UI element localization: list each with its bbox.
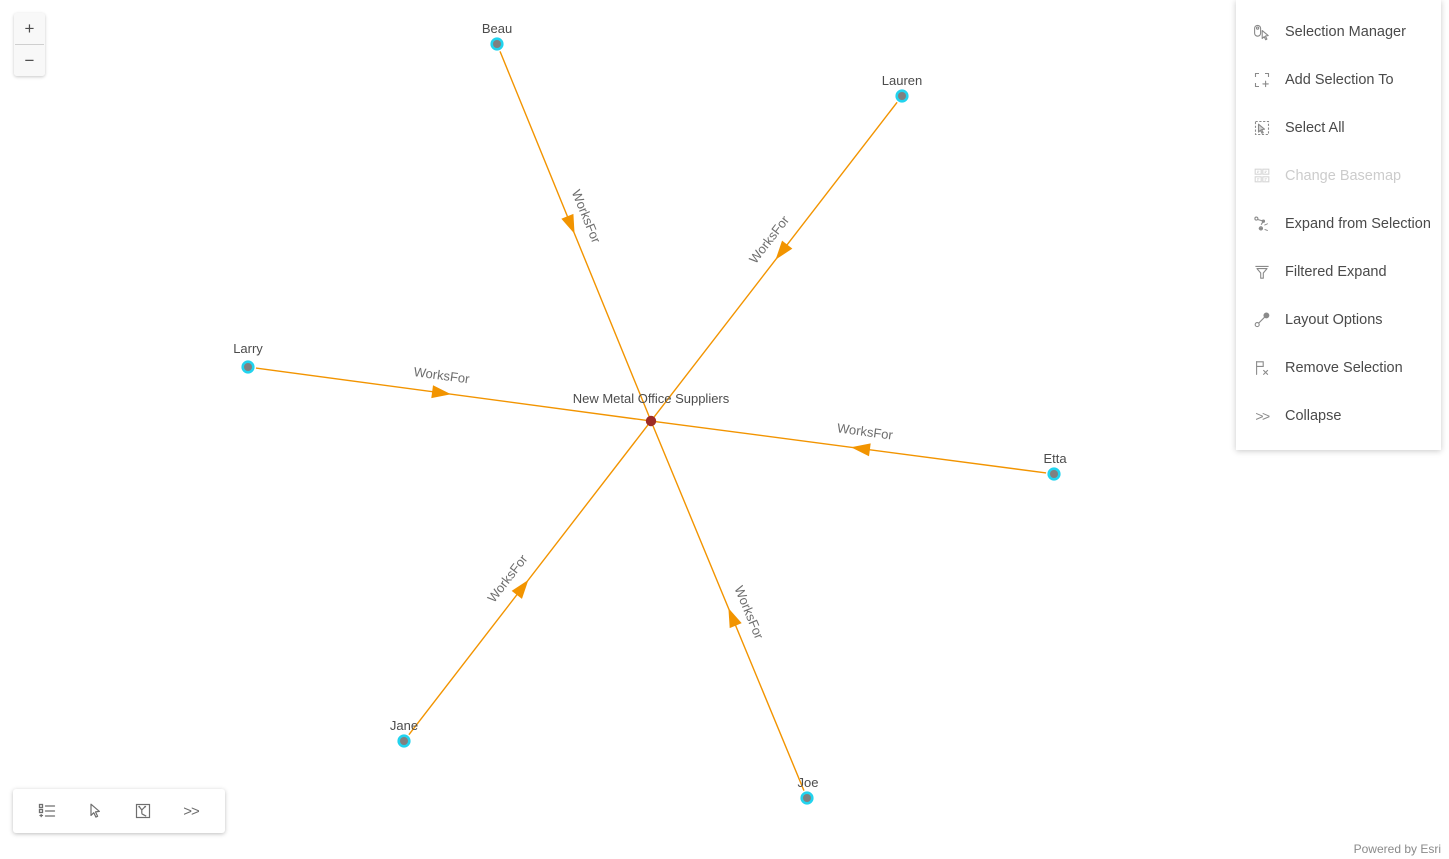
list-icon: [37, 801, 57, 821]
menu-item-layout-options[interactable]: Layout Options: [1236, 296, 1441, 344]
node-label: Etta: [1043, 451, 1067, 466]
node-labels-layer: New Metal Office Suppliers Beau Lauren Larr…: [233, 21, 1067, 790]
node-label: Beau: [482, 21, 512, 36]
layout-options-icon: [1252, 310, 1272, 330]
menu-item-remove-selection[interactable]: Remove Selection: [1236, 344, 1441, 392]
graph-node-larry[interactable]: [241, 360, 255, 374]
graph-node-beau[interactable]: [490, 37, 504, 51]
link-chart-button[interactable]: [119, 791, 167, 831]
edge-arrowhead: [851, 443, 871, 457]
graph-canvas[interactable]: WorksFor WorksFor WorksFor WorksFor WorksFor…: [0, 0, 1449, 859]
edge-label: WorksFor: [746, 212, 793, 266]
list-view-button[interactable]: [23, 791, 71, 831]
menu-item-label: Collapse: [1285, 408, 1342, 424]
select-pointer-button[interactable]: [71, 791, 119, 831]
edge-arrowhead: [561, 213, 575, 234]
node-label: Joe: [798, 775, 819, 790]
organization-node-marker[interactable]: [645, 415, 657, 427]
attribution-text: Powered by Esri: [1353, 842, 1441, 856]
graph-edge[interactable]: [408, 424, 649, 736]
edge-labels-layer: WorksFor WorksFor WorksFor WorksFor WorksFor…: [413, 188, 895, 642]
edge-arrowhead: [431, 385, 451, 399]
chevron-double-right-icon: >>: [183, 802, 200, 820]
entity-node-fill[interactable]: [803, 794, 811, 802]
entity-node-fill[interactable]: [493, 40, 501, 48]
bottom-toolbar: >>: [13, 789, 225, 833]
entity-node-fill[interactable]: [244, 363, 252, 371]
edge-arrowhead: [728, 608, 742, 629]
entity-node-fill[interactable]: [1050, 470, 1058, 478]
menu-item-add-selection-to[interactable]: Add Selection To: [1236, 56, 1441, 104]
menu-item-label: Select All: [1285, 120, 1345, 136]
menu-item-select-all[interactable]: Select All: [1236, 104, 1441, 152]
entity-node-fill[interactable]: [898, 92, 906, 100]
expand-toolbar-button[interactable]: >>: [167, 791, 215, 831]
graph-edge[interactable]: [499, 51, 650, 417]
menu-item-change-basemap: Change Basemap: [1236, 152, 1441, 200]
graph-node-lauren[interactable]: [895, 89, 909, 103]
expand-selection-icon: [1252, 214, 1272, 234]
graph-node-etta[interactable]: [1047, 467, 1061, 481]
remove-selection-icon: [1252, 358, 1272, 378]
zoom-out-button[interactable]: −: [14, 45, 45, 76]
edge-label: WorksFor: [413, 364, 471, 386]
pointer-icon: [85, 801, 105, 821]
edge-label: WorksFor: [731, 584, 767, 642]
edge-label: WorksFor: [836, 420, 894, 442]
menu-item-collapse[interactable]: >> Collapse: [1236, 392, 1441, 440]
node-label: Jane: [390, 718, 418, 733]
zoom-controls: + −: [14, 13, 45, 76]
menu-item-label: Selection Manager: [1285, 24, 1406, 40]
menu-item-label: Remove Selection: [1285, 360, 1403, 376]
chevron-double-right-glyph: >>: [1255, 408, 1270, 424]
menu-item-selection-manager[interactable]: Selection Manager: [1236, 8, 1441, 56]
entity-node-fill[interactable]: [400, 737, 408, 745]
funnel-icon: [1252, 262, 1272, 282]
menu-item-label: Expand from Selection: [1285, 216, 1431, 232]
graph-node-joe[interactable]: [800, 791, 814, 805]
nodes-layer: [241, 37, 1061, 805]
graph-svg: WorksFor WorksFor WorksFor WorksFor WorksFor…: [233, 21, 1067, 805]
menu-item-label: Add Selection To: [1285, 72, 1394, 88]
graph-node-center[interactable]: [645, 415, 657, 427]
context-menu: Selection Manager Add Selection To Selec…: [1236, 0, 1441, 450]
zoom-in-button[interactable]: +: [14, 13, 45, 44]
link-chart-icon: [133, 801, 153, 821]
menu-item-label: Filtered Expand: [1285, 264, 1387, 280]
menu-item-label: Layout Options: [1285, 312, 1383, 328]
basemap-icon: [1252, 166, 1272, 186]
selection-manager-icon: [1252, 22, 1272, 42]
node-label: New Metal Office Suppliers: [573, 391, 730, 406]
node-label: Larry: [233, 341, 263, 356]
edge-label: WorksFor: [569, 188, 604, 246]
select-all-icon: [1252, 118, 1272, 138]
edge-label: WorksFor: [484, 551, 531, 605]
menu-item-filtered-expand[interactable]: Filtered Expand: [1236, 248, 1441, 296]
link-chart-app: WorksFor WorksFor WorksFor WorksFor WorksFor…: [0, 0, 1449, 859]
menu-item-label: Change Basemap: [1285, 168, 1402, 184]
menu-item-expand-from-selection[interactable]: Expand from Selection: [1236, 200, 1441, 248]
add-selection-icon: [1252, 70, 1272, 90]
chevron-double-right-icon: >>: [1252, 406, 1272, 426]
graph-node-jane[interactable]: [397, 734, 411, 748]
node-label: Lauren: [882, 73, 922, 88]
